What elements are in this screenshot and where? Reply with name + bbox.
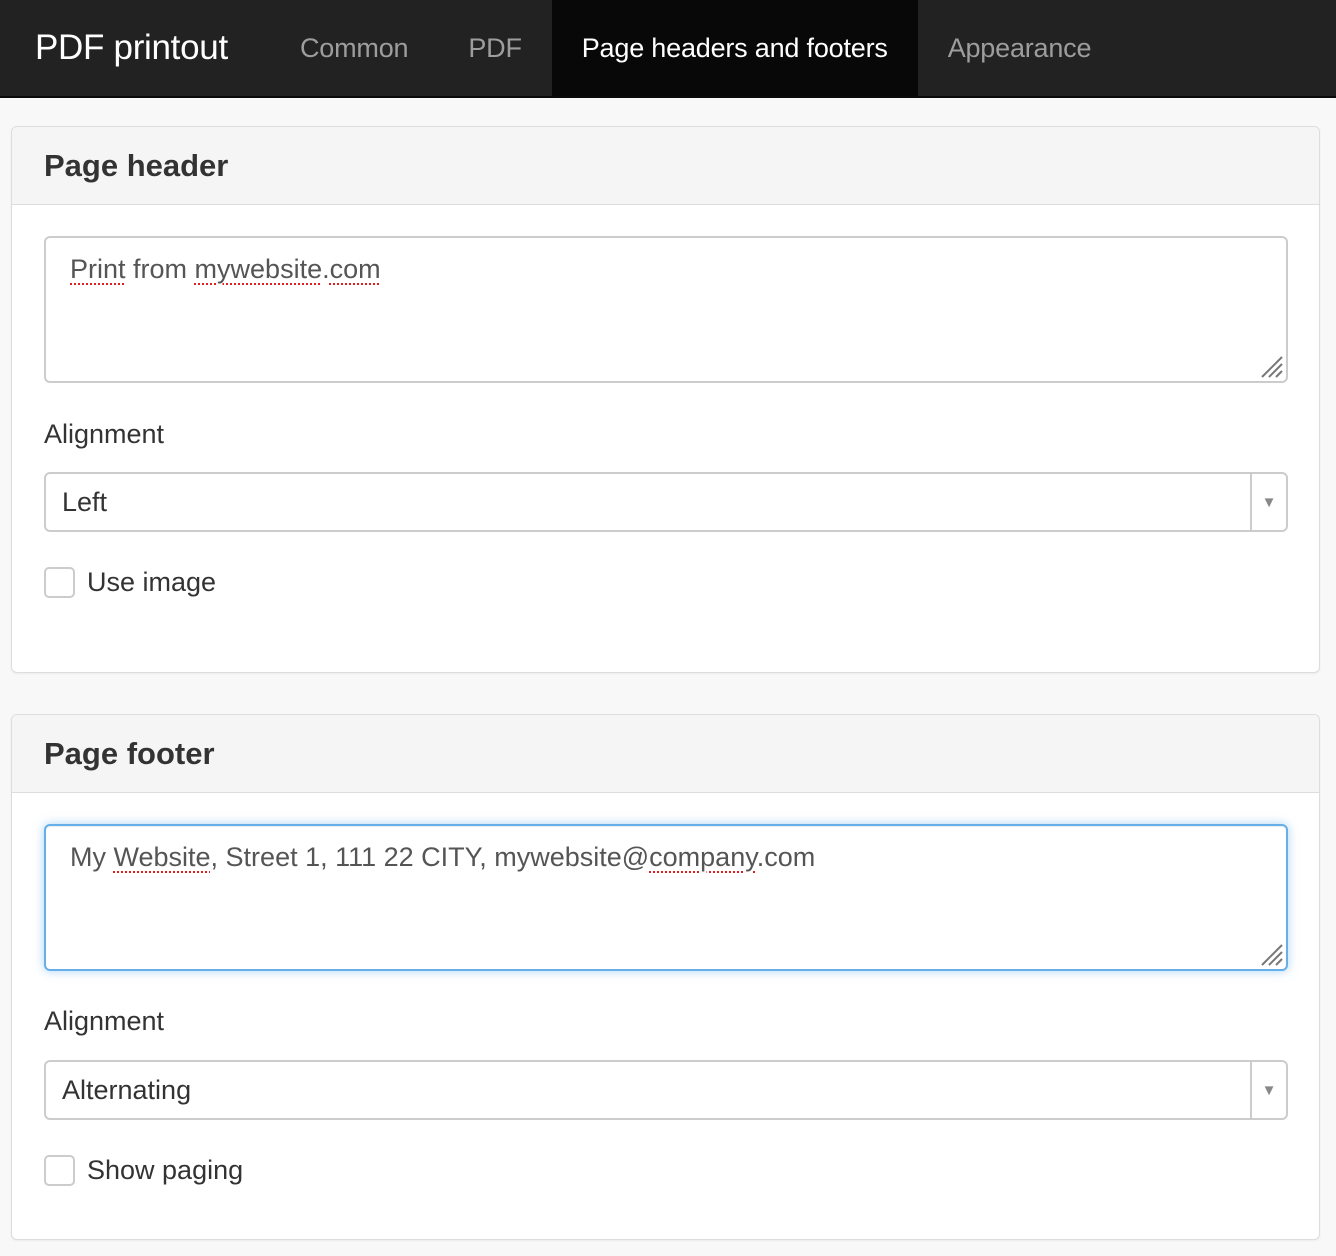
app-brand[interactable]: PDF printout: [0, 0, 270, 96]
use-image-row[interactable]: Use image: [44, 567, 216, 598]
textarea-text: Print from mywebsite.com: [70, 254, 381, 284]
chevron-down-icon[interactable]: ▼: [1250, 1062, 1286, 1118]
header-alignment-label: Alignment: [44, 419, 165, 449]
select-value: Left: [62, 486, 108, 517]
show-paging-checkbox[interactable]: [44, 1155, 75, 1186]
tab-appearance[interactable]: Appearance: [918, 0, 1122, 96]
use-image-checkbox[interactable]: [44, 567, 75, 598]
show-paging-row[interactable]: Show paging: [44, 1155, 243, 1186]
footer-alignment-label: Alignment: [44, 1006, 165, 1036]
show-paging-label[interactable]: Show paging: [87, 1155, 243, 1186]
page-header-textarea[interactable]: Print from mywebsite.com: [44, 236, 1288, 383]
tab-common[interactable]: Common: [270, 0, 438, 96]
top-navbar: PDF printout Common PDF Page headers and…: [0, 0, 1336, 98]
page-header-title: Page header: [12, 127, 1319, 205]
select-value: Alternating: [62, 1074, 192, 1105]
footer-alignment-select[interactable]: Alternating ▼: [44, 1060, 1288, 1120]
chevron-down-icon[interactable]: ▼: [1250, 474, 1286, 530]
tab-pdf[interactable]: PDF: [438, 0, 551, 96]
header-alignment-select[interactable]: Left ▼: [44, 472, 1288, 532]
tab-page-headers-and-footers[interactable]: Page headers and footers: [551, 0, 918, 96]
resize-grip-icon[interactable]: [1258, 941, 1284, 967]
use-image-label[interactable]: Use image: [87, 567, 216, 598]
resize-grip-icon[interactable]: [1258, 353, 1284, 379]
page-footer-textarea[interactable]: My Website, Street 1, 111 22 CITY, myweb…: [44, 824, 1288, 971]
page-footer-title: Page footer: [12, 715, 1319, 793]
textarea-text: My Website, Street 1, 111 22 CITY, myweb…: [70, 842, 816, 872]
page-header-panel: Page header Print from mywebsite.com Ali…: [11, 126, 1320, 673]
page-footer-panel: Page footer My Website, Street 1, 111 22…: [11, 714, 1320, 1240]
